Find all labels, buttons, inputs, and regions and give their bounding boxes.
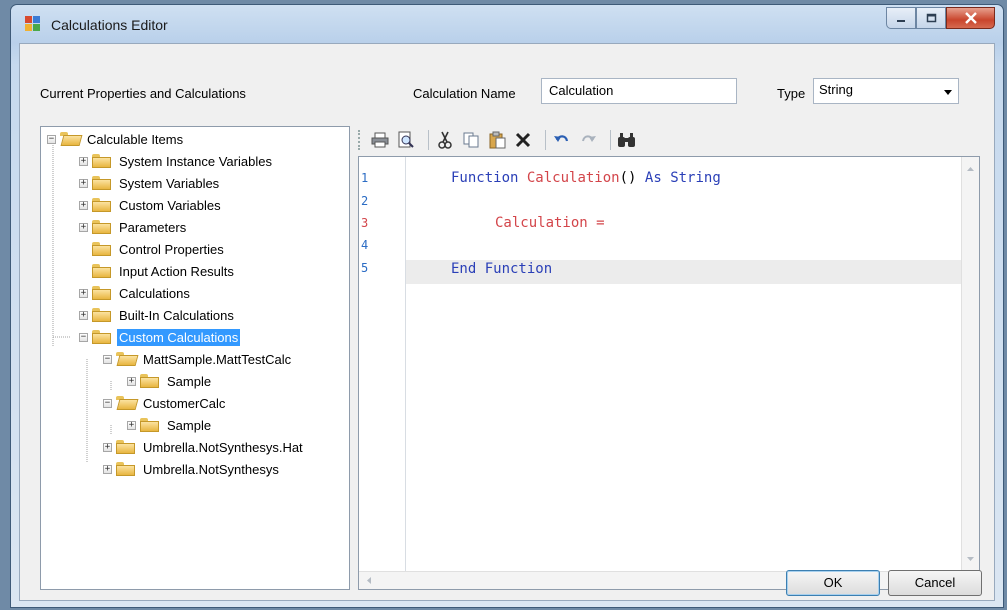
tree-node[interactable]: Input Action Results <box>79 260 236 282</box>
line-number: 4 <box>361 238 369 252</box>
folder-open-icon <box>60 132 80 146</box>
line-number: 5 <box>361 261 369 275</box>
toolbar-separator <box>428 130 429 150</box>
tree-node[interactable]: Control Properties <box>79 238 226 260</box>
tree-node[interactable]: + Parameters <box>79 216 188 238</box>
tree-node[interactable]: + Sample <box>127 370 213 392</box>
editor-toolbar <box>358 126 978 154</box>
toolbar-separator <box>545 130 546 150</box>
window-title: Calculations Editor <box>51 17 168 33</box>
tree-node[interactable]: + Umbrella.NotSynthesys.Hat <box>103 436 305 458</box>
tree-node[interactable]: + System Variables <box>79 172 221 194</box>
ok-button[interactable]: OK <box>786 570 880 596</box>
tree-node[interactable]: − MattSample.MattTestCalc <box>103 348 293 370</box>
cut-icon[interactable] <box>435 130 455 150</box>
folder-icon <box>140 374 160 388</box>
code-line-5: End Function <box>451 261 553 277</box>
close-icon <box>964 12 977 24</box>
folder-icon <box>92 242 112 256</box>
tree-node[interactable]: + Custom Variables <box>79 194 223 216</box>
folder-icon <box>92 264 112 278</box>
calculable-items-tree[interactable]: − Calculable Items + System Instance Varia… <box>40 126 350 590</box>
delete-icon[interactable] <box>513 130 533 150</box>
folder-open-icon <box>116 396 136 410</box>
folder-icon <box>92 198 112 212</box>
line-number: 1 <box>361 171 369 185</box>
expand-icon[interactable]: + <box>79 156 88 166</box>
copy-icon[interactable] <box>461 130 481 150</box>
tree-node[interactable]: + Built-In Calculations <box>79 304 236 326</box>
minimize-button[interactable] <box>886 7 916 29</box>
tree-node[interactable]: − CustomerCalc <box>103 392 227 414</box>
close-button[interactable] <box>946 7 995 29</box>
line-number: 2 <box>361 194 369 208</box>
scroll-down-icon[interactable] <box>962 551 979 571</box>
code-line-3: Calculation = <box>495 215 605 231</box>
expand-icon[interactable]: + <box>103 442 112 452</box>
type-select[interactable]: String <box>813 78 959 104</box>
folder-icon <box>116 440 136 454</box>
calculation-name-label: Calculation Name <box>413 86 516 101</box>
line-number-gutter: 1 2 3 4 5 <box>359 157 406 571</box>
folder-icon <box>116 462 136 476</box>
scroll-up-icon[interactable] <box>962 157 979 177</box>
collapse-icon[interactable]: − <box>47 134 56 144</box>
folder-icon <box>92 330 112 344</box>
horizontal-scrollbar[interactable] <box>359 571 979 589</box>
tree-node-selected[interactable]: − Custom Calculations <box>79 326 241 348</box>
app-icon <box>25 16 40 31</box>
minimize-icon <box>897 20 905 22</box>
maximize-icon <box>926 13 936 23</box>
print-preview-icon[interactable] <box>396 130 416 150</box>
line-number: 3 <box>361 216 369 230</box>
folder-open-icon <box>116 352 136 366</box>
expand-icon[interactable]: + <box>79 178 88 188</box>
folder-icon <box>140 418 160 432</box>
collapse-icon[interactable]: − <box>103 398 112 408</box>
title-bar[interactable]: Calculations Editor <box>11 5 1003 41</box>
folder-icon <box>92 286 112 300</box>
chevron-down-icon <box>944 90 952 95</box>
toolbar-grip[interactable] <box>358 130 364 150</box>
vertical-scrollbar[interactable] <box>961 157 979 571</box>
find-icon[interactable] <box>617 130 637 150</box>
paste-icon[interactable] <box>487 130 507 150</box>
tree-node[interactable]: + Calculations <box>79 282 192 304</box>
tree-node[interactable]: + Sample <box>127 414 213 436</box>
collapse-icon[interactable]: − <box>79 332 88 342</box>
tree-section-label: Current Properties and Calculations <box>40 86 246 101</box>
expand-icon[interactable]: + <box>79 310 88 320</box>
tree-node[interactable]: + System Instance Variables <box>79 150 274 172</box>
folder-icon <box>92 220 112 234</box>
tree-node-root[interactable]: − Calculable Items <box>47 128 185 150</box>
dialog-client-area: Current Properties and Calculations Calc… <box>19 43 995 601</box>
type-select-value: String <box>819 82 853 97</box>
cancel-button[interactable]: Cancel <box>888 570 982 596</box>
toolbar-separator <box>610 130 611 150</box>
expand-icon[interactable]: + <box>103 464 112 474</box>
type-label: Type <box>777 86 806 101</box>
tree-node[interactable]: + Umbrella.NotSynthesys <box>103 458 281 480</box>
expand-icon[interactable]: + <box>79 288 88 298</box>
expand-icon[interactable]: + <box>127 420 136 430</box>
folder-icon <box>92 154 112 168</box>
maximize-button[interactable] <box>916 7 946 29</box>
print-icon[interactable] <box>370 130 390 150</box>
calculation-name-input[interactable]: Calculation <box>541 78 737 104</box>
folder-icon <box>92 176 112 190</box>
collapse-icon[interactable]: − <box>103 354 112 364</box>
undo-icon[interactable] <box>552 130 572 150</box>
code-line-1: Function Calculation() As String <box>451 170 721 186</box>
folder-icon <box>92 308 112 322</box>
expand-icon[interactable]: + <box>79 200 88 210</box>
code-editor[interactable]: 1 2 3 4 5 Function Calculation() As Stri… <box>358 156 980 590</box>
redo-icon[interactable] <box>578 130 598 150</box>
expand-icon[interactable]: + <box>79 222 88 232</box>
scroll-left-icon[interactable] <box>359 572 379 589</box>
calculations-editor-window: Calculations Editor Current Properties a… <box>10 4 1004 608</box>
expand-icon[interactable]: + <box>127 376 136 386</box>
